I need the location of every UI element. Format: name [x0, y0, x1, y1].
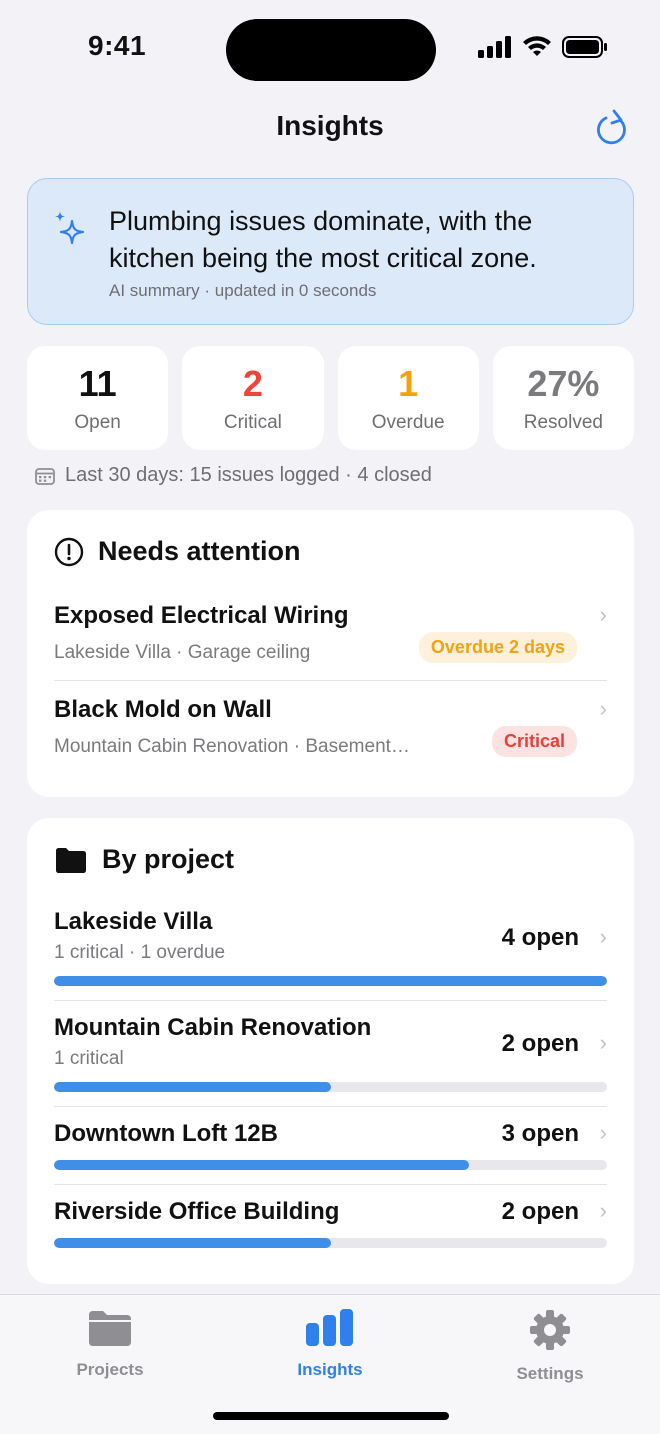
status-badge: Critical — [491, 726, 577, 757]
period-summary: Last 30 days: 15 issues logged · 4 close… — [35, 464, 432, 487]
by-project-header: By project — [54, 844, 234, 875]
stat-value: 2 — [242, 363, 263, 404]
tab-label: Insights — [297, 1360, 363, 1379]
status-icons — [478, 36, 608, 58]
stat-overdue[interactable]: 1 Overdue — [337, 346, 479, 450]
progress-bar — [54, 1160, 607, 1170]
folder-icon — [89, 1311, 131, 1346]
chevron-right-icon: › — [599, 1030, 607, 1055]
chevron-right-icon: › — [599, 1120, 607, 1145]
progress-fill — [54, 1160, 469, 1170]
chart-icon — [306, 1309, 353, 1346]
divider — [54, 680, 607, 681]
project-open-count: 2 open — [501, 1198, 579, 1225]
stat-value: 1 — [398, 363, 419, 404]
divider — [54, 1000, 607, 1001]
stat-label: Resolved — [523, 412, 603, 433]
tab-label: Settings — [516, 1364, 584, 1383]
divider — [54, 1106, 607, 1107]
project-open-count: 3 open — [501, 1120, 579, 1147]
chevron-right-icon: › — [599, 696, 607, 721]
issue-title: Black Mold on Wall — [54, 696, 272, 723]
status-bar: 9:41 — [0, 0, 660, 100]
ai-summary-card[interactable]: Plumbing issues dominate, with the kitch… — [27, 178, 634, 325]
attention-item-electrical[interactable]: Exposed Electrical Wiring Lakeside Villa… — [54, 602, 607, 666]
project-row-lakeside[interactable]: Lakeside Villa 1 critical · 1 overdue 4 … — [54, 908, 607, 988]
needs-attention-title: Needs attention — [98, 536, 301, 566]
home-indicator — [213, 1412, 449, 1420]
attention-item-mold[interactable]: Black Mold on Wall Mountain Cabin Renova… — [54, 696, 607, 760]
status-time: 9:41 — [88, 30, 147, 61]
chevron-right-icon: › — [599, 924, 607, 949]
tab-settings[interactable]: Settings — [470, 1309, 630, 1384]
status-badge: Overdue 2 days — [418, 632, 577, 663]
sparkle-icon — [55, 211, 85, 245]
tab-projects[interactable]: Projects — [30, 1309, 190, 1380]
progress-bar — [54, 976, 607, 986]
progress-fill — [54, 1238, 331, 1248]
chevron-right-icon: › — [599, 1198, 607, 1223]
gear-icon — [530, 1310, 570, 1350]
issue-title: Exposed Electrical Wiring — [54, 602, 349, 629]
project-row-downtown-loft[interactable]: Downtown Loft 12B 3 open › — [54, 1120, 607, 1170]
project-open-count: 2 open — [501, 1030, 579, 1057]
exclamation-circle-icon — [54, 537, 84, 566]
stat-label: Open — [74, 412, 121, 433]
calendar-icon — [35, 467, 55, 485]
tab-label: Projects — [76, 1360, 144, 1379]
progress-fill — [54, 976, 607, 986]
folder-icon — [56, 847, 86, 873]
summary-meta: AI summary · updated in 0 seconds — [109, 281, 377, 300]
project-row-riverside[interactable]: Riverside Office Building 2 open › — [54, 1198, 607, 1248]
by-project-title: By project — [102, 844, 235, 874]
project-open-count: 4 open — [501, 924, 579, 951]
chevron-right-icon: › — [599, 602, 607, 627]
needs-attention-card: Needs attention Exposed Electrical Wirin… — [27, 510, 634, 797]
stat-critical[interactable]: 2 Critical — [182, 346, 324, 450]
stat-label: Overdue — [371, 412, 445, 433]
progress-bar — [54, 1238, 607, 1248]
refresh-icon — [597, 109, 626, 145]
battery-icon — [562, 36, 607, 58]
issue-subtitle: Mountain Cabin Renovation · Basement… — [54, 736, 410, 757]
stat-value: 27% — [527, 363, 600, 404]
dynamic-island — [226, 19, 436, 81]
tab-insights[interactable]: Insights — [250, 1309, 410, 1380]
stat-open[interactable]: 11 Open — [27, 346, 169, 450]
page-title: Insights — [276, 110, 384, 141]
refresh-button[interactable] — [592, 106, 632, 150]
progress-fill — [54, 1082, 331, 1092]
period-text: Last 30 days: 15 issues logged · 4 close… — [65, 464, 432, 486]
by-project-card: By project Lakeside Villa 1 critical · 1… — [27, 818, 634, 1284]
divider — [54, 1184, 607, 1185]
progress-bar — [54, 1082, 607, 1092]
issue-subtitle: Lakeside Villa · Garage ceiling — [54, 642, 311, 663]
signal-icon — [478, 36, 511, 58]
stat-resolved[interactable]: 27% Resolved — [492, 346, 634, 450]
stats-row: 11 Open 2 Critical 1 Overdue 27% Resolve… — [27, 346, 634, 450]
wifi-icon — [523, 36, 551, 56]
summary-text: Plumbing issues dominate, with the kitch… — [109, 206, 537, 273]
stat-label: Critical — [223, 412, 282, 433]
stat-value: 11 — [78, 363, 117, 404]
needs-attention-header: Needs attention — [54, 536, 301, 567]
project-row-mountain-cabin[interactable]: Mountain Cabin Renovation 1 critical 2 o… — [54, 1014, 607, 1094]
